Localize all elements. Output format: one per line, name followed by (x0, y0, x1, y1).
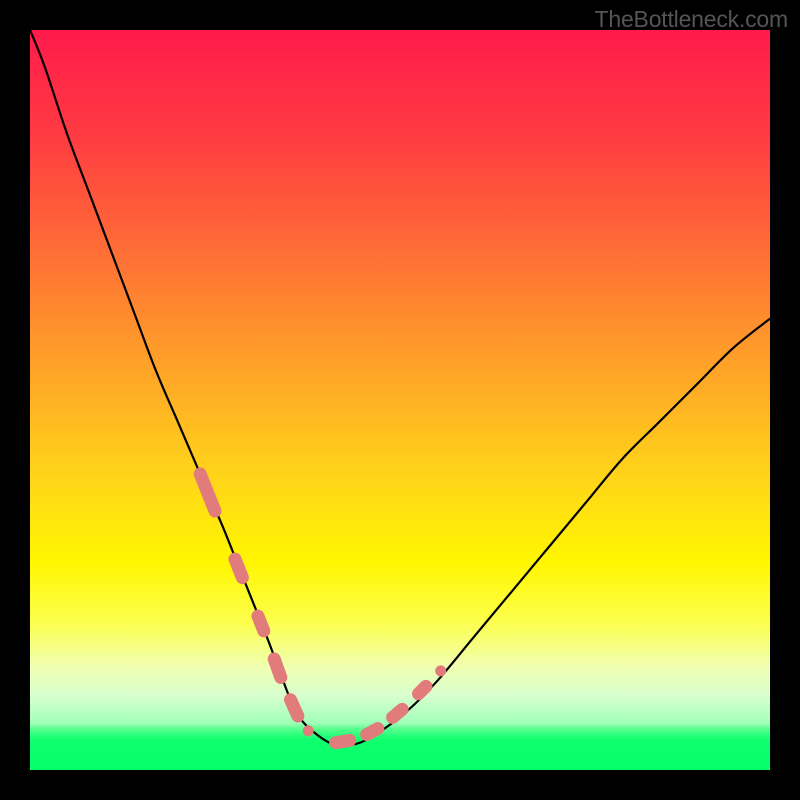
watermark-text: TheBottleneck.com (595, 6, 788, 33)
bead-overlay (195, 469, 447, 749)
main-curve (30, 30, 770, 745)
curve-layer (30, 30, 770, 770)
chart-frame: TheBottleneck.com (0, 0, 800, 800)
plot-area (30, 30, 770, 770)
